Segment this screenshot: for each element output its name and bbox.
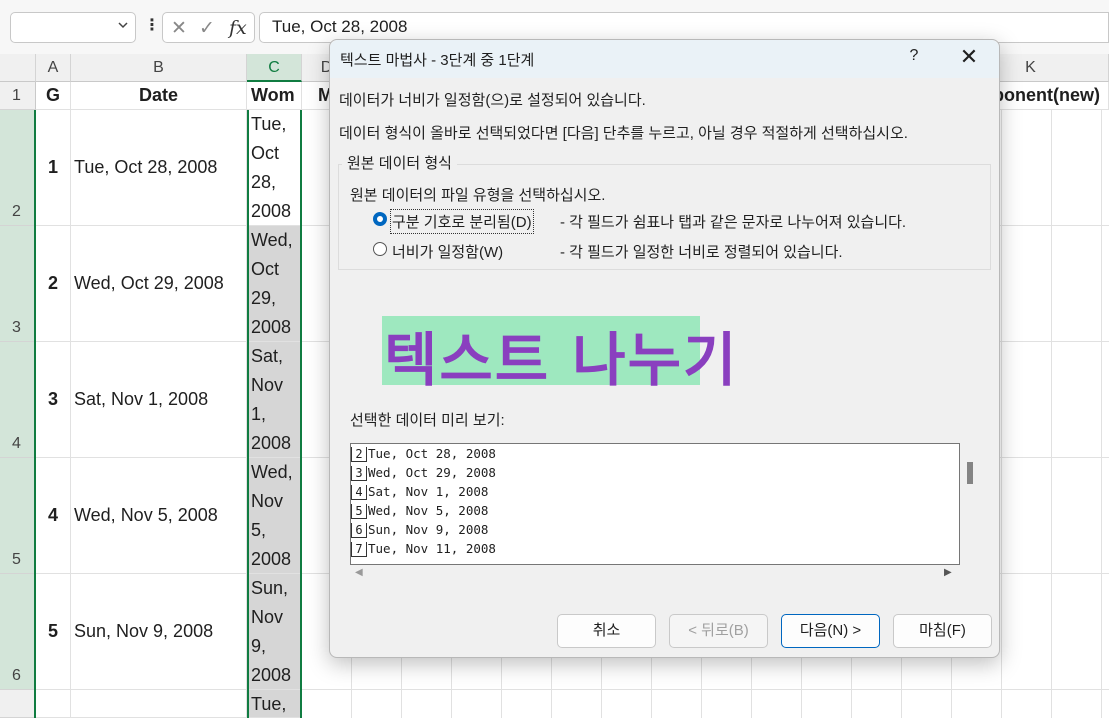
preview-row: 4 Sat, Nov 1, 2008 [351,484,488,503]
enter-icon[interactable]: ✓ [199,17,215,40]
overlay-banner: 텍스트 나누기 [382,316,736,394]
dialog-title: 텍스트 마법사 - 3단계 중 1단계 [340,52,535,69]
preview-horizontal-scrollbar[interactable]: ◀ ▶ [350,567,960,581]
header-cell-date[interactable]: Date [71,82,247,110]
row-header-3[interactable]: 3 [0,226,36,342]
group-prompt: 원본 데이터의 파일 유형을 선택하십시오. [350,187,606,204]
data-preview[interactable]: 2 Tue, Oct 28, 2008 3 Wed, Oct 29, 2008 4S… [350,443,960,565]
status-line: 데이터가 너비가 일정함(으)로 설정되어 있습니다. [339,92,646,109]
preview-row: 7 Tue, Nov 11, 2008 [351,541,496,560]
insert-function-icon[interactable]: fx [229,17,247,39]
chevron-down-icon[interactable] [117,19,129,34]
radio-delimited[interactable] [373,212,387,226]
cell-date[interactable] [71,690,247,718]
group-label: 원본 데이터 형식 [342,152,457,173]
row-header-2[interactable]: 2 [0,110,36,226]
name-box[interactable] [10,12,136,43]
column-header-c[interactable]: C [247,54,302,82]
column-header-b[interactable]: B [71,54,247,82]
row-header-5[interactable]: 5 [0,458,36,574]
desc-delimited: - 각 필드가 쉼표나 탭과 같은 문자로 나누어져 있습니다. [560,214,907,231]
row-header-7[interactable] [0,690,36,718]
cancel-button[interactable]: 취소 [557,614,656,648]
radio-fixed-width[interactable] [373,242,387,256]
cell-date[interactable]: Tue, Oct 28, 2008 [71,110,247,226]
dialog-title-bar[interactable]: 텍스트 마법사 - 3단계 중 1단계 ? ✕ [330,40,999,78]
preview-vertical-scrollbar[interactable] [967,462,973,484]
row-header-1[interactable]: 1 [0,82,36,110]
select-all-corner[interactable] [0,54,36,82]
more-options-icon[interactable]: ⋮ [144,15,160,35]
header-cell-g[interactable]: G [36,82,71,110]
preview-label: 선택한 데이터 미리 보기: [350,412,505,429]
back-button[interactable]: < 뒤로(B) [669,614,768,648]
scroll-left-icon[interactable]: ◀ [355,567,363,578]
preview-row: 5 Wed, Nov 5, 2008 [351,503,488,522]
banner-text: 텍스트 나누기 [384,326,739,394]
header-cell-wom[interactable]: Wom [247,82,302,110]
next-button[interactable]: 다음(N) > [781,614,880,648]
cancel-icon[interactable]: ✕ [171,17,187,40]
scroll-right-icon[interactable]: ▶ [944,567,952,578]
column-header-a[interactable]: A [36,54,71,82]
preview-row [351,560,368,564]
text-wizard-dialog: 텍스트 마법사 - 3단계 중 1단계 ? ✕ 데이터가 너비가 일정함(으)로… [329,39,1000,658]
cell-date[interactable]: Sat, Nov 1, 2008 [71,342,247,458]
row-header-6[interactable]: 6 [0,574,36,690]
formula-buttons: ✕ ✓ fx [162,12,255,43]
label-delimited[interactable]: 구분 기호로 분리됨(D) [390,209,534,234]
cell-date[interactable]: Wed, Oct 29, 2008 [71,226,247,342]
instruction-line: 데이터 형식이 올바로 선택되었다면 [다음] 단추를 누르고, 아닐 경우 적… [339,125,908,142]
help-button[interactable]: ? [904,47,924,65]
close-icon[interactable]: ✕ [954,44,984,70]
preview-row: 3 Wed, Oct 29, 2008 [351,465,496,484]
cell-date[interactable]: Sun, Nov 9, 2008 [71,574,247,690]
selection-border-c [247,110,302,718]
finish-button[interactable]: 마침(F) [893,614,992,648]
desc-fixed-width: - 각 필드가 일정한 너비로 정렬되어 있습니다. [560,244,843,261]
label-fixed-width[interactable]: 너비가 일정함(W) [392,241,503,262]
row-header-4[interactable]: 4 [0,342,36,458]
cell-date[interactable]: Wed, Nov 5, 2008 [71,458,247,574]
preview-row: 6 Sun, Nov 9, 2008 [351,522,488,541]
selection-border-a [34,110,71,718]
preview-row: 2 Tue, Oct 28, 2008 [351,446,496,465]
